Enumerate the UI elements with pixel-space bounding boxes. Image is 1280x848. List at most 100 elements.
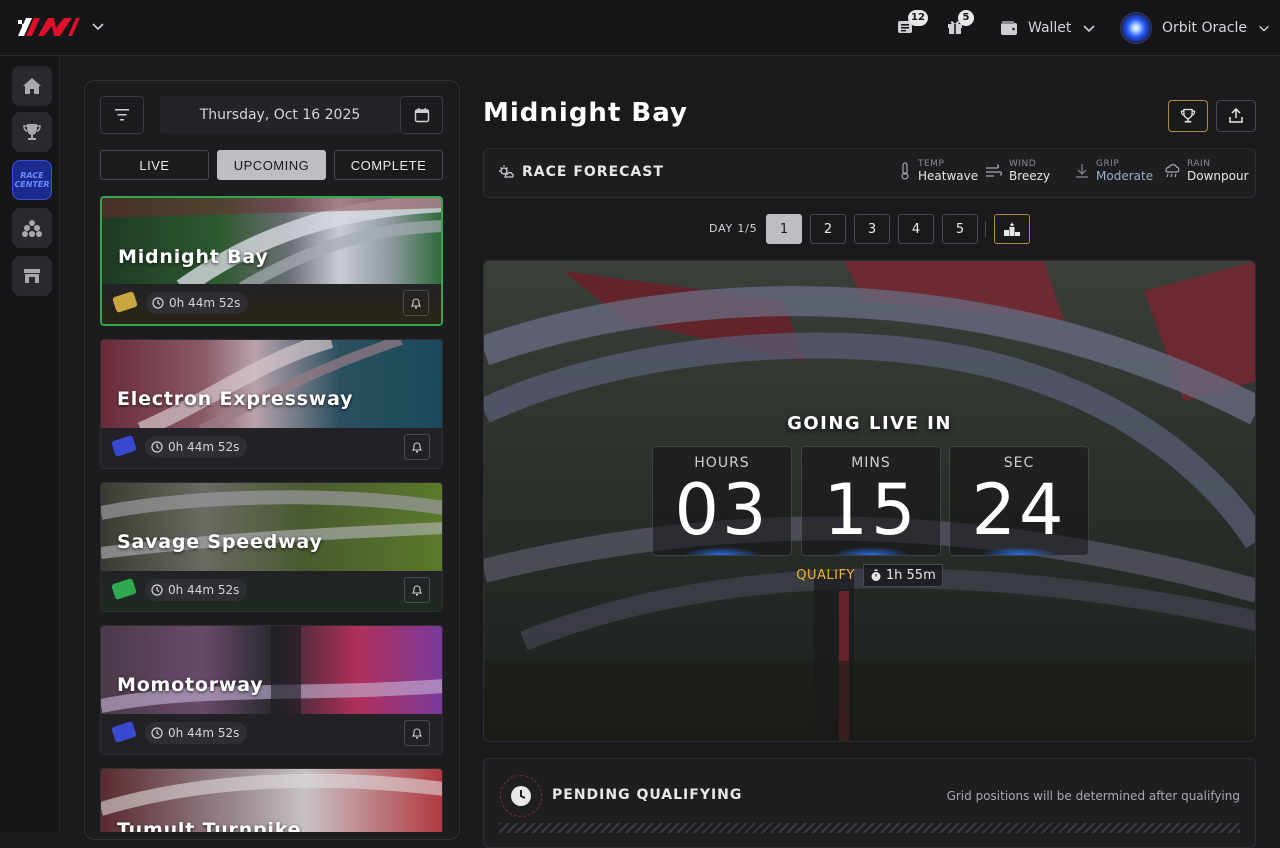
wind-icon <box>986 164 1003 177</box>
tab-live[interactable]: LIVE <box>100 150 209 180</box>
trophy-icon <box>1180 108 1196 123</box>
notify-button[interactable] <box>404 434 430 460</box>
day-button-1[interactable]: 1 <box>766 214 802 244</box>
gifts-count-badge: 5 <box>958 10 974 26</box>
home-icon <box>23 78 41 94</box>
race-card-title: Electron Expressway <box>117 388 354 410</box>
countdown-heading: GOING LIVE IN <box>787 413 952 434</box>
day-button-4[interactable]: 4 <box>898 214 934 244</box>
race-card-savage-speedway[interactable]: Savage Speedway 0h 44m 52s <box>100 482 443 612</box>
race-card-footer: 0h 44m 52s <box>101 571 442 611</box>
bell-icon <box>411 441 423 452</box>
track-thumbnail <box>102 198 441 288</box>
calendar-button[interactable] <box>400 96 443 134</box>
thermometer-icon <box>901 162 909 180</box>
pending-title: PENDING QUALIFYING <box>552 787 743 803</box>
bell-icon <box>411 727 423 738</box>
race-card-footer: 0h 44m 52s <box>102 284 441 324</box>
sidebar-item-store[interactable] <box>12 256 52 296</box>
standings-button[interactable] <box>994 214 1030 244</box>
wallet-menu[interactable]: Wallet <box>1000 18 1097 38</box>
forecast-rain: RAIN Downpour <box>1163 159 1249 183</box>
day-button-5[interactable]: 5 <box>942 214 978 244</box>
divider <box>985 221 986 237</box>
tab-complete[interactable]: COMPLETE <box>334 150 443 180</box>
forecast-wind: WIND Breezy <box>985 159 1050 183</box>
sidebar-item-community[interactable] <box>12 208 52 248</box>
clock-icon <box>151 727 163 739</box>
clock-icon <box>511 786 531 806</box>
countdown-minutes: MINS 15 <box>801 446 941 556</box>
chevron-down-icon <box>1259 25 1269 32</box>
notify-button[interactable] <box>403 290 429 316</box>
day-button-2[interactable]: 2 <box>810 214 846 244</box>
green-ticket-icon <box>111 577 137 601</box>
wallet-icon <box>1001 21 1017 35</box>
qualify-info: QUALIFY 1h 55m <box>484 564 1255 587</box>
news-icon[interactable]: 12 <box>896 10 928 38</box>
blue-ticket-icon <box>111 720 137 744</box>
clock-icon <box>151 441 163 453</box>
race-card-tumult-turnpike[interactable]: Tumult Turnpike <box>100 768 443 832</box>
news-count-badge: 12 <box>908 10 928 26</box>
filter-icon <box>115 109 129 121</box>
race-timer: 0h 44m 52s <box>145 579 248 601</box>
weather-icon <box>499 165 514 178</box>
race-card-footer: 0h 44m 52s <box>101 714 442 754</box>
race-timer: 0h 44m 52s <box>145 436 248 458</box>
user-name: Orbit Oracle <box>1162 20 1248 36</box>
sidebar: RACE CENTER <box>0 56 60 832</box>
race-timer: 0h 44m 52s <box>145 722 248 744</box>
page-title: Midnight Bay <box>483 98 688 128</box>
forecast-temp: TEMP Heatwave <box>898 159 978 183</box>
date-field[interactable]: Thursday, Oct 16 2025 <box>160 96 400 134</box>
chevron-down-icon[interactable] <box>90 18 106 34</box>
wallet-label: Wallet <box>1028 20 1072 36</box>
rain-icon <box>1165 164 1180 178</box>
track-thumbnail <box>101 483 442 573</box>
clock-icon <box>152 297 164 309</box>
notify-button[interactable] <box>404 720 430 746</box>
filter-button[interactable] <box>100 96 144 134</box>
countdown-hours: HOURS 03 <box>652 446 792 556</box>
community-icon <box>22 220 42 237</box>
race-forecast: RACE FORECAST TEMP Heatwave WIND Breezy GR… <box>483 148 1256 198</box>
podium-icon <box>1004 222 1020 236</box>
user-menu[interactable]: Orbit Oracle <box>1120 12 1271 44</box>
race-card-title: Savage Speedway <box>117 531 323 553</box>
store-icon <box>24 269 40 283</box>
track-thumbnail <box>101 626 442 716</box>
race-card-electron-expressway[interactable]: Electron Expressway 0h 44m 52s <box>100 339 443 469</box>
race-card-footer: 0h 44m 52s <box>101 428 442 468</box>
countdown-seconds: SEC 24 <box>949 446 1089 556</box>
qualify-duration: 1h 55m <box>862 564 943 587</box>
race-card-title: Momotorway <box>117 674 264 696</box>
race-hero: GOING LIVE IN HOURS 03 MINS 15 SEC 24 QU… <box>483 260 1256 742</box>
qualify-label: QUALIFY <box>796 568 855 583</box>
track-thumbnail <box>101 340 442 430</box>
forecast-grip: GRIP Moderate <box>1074 159 1153 183</box>
race-card-title: Tumult Turnpike <box>117 819 302 832</box>
pending-status <box>500 775 542 817</box>
clock-icon <box>151 584 163 596</box>
brand-logo[interactable] <box>16 14 82 40</box>
sidebar-item-trophies[interactable] <box>12 112 52 152</box>
day-indicator: DAY 1/5 <box>709 222 758 235</box>
notify-button[interactable] <box>404 577 430 603</box>
race-card-title: Midnight Bay <box>118 246 269 268</box>
day-button-3[interactable]: 3 <box>854 214 890 244</box>
tab-upcoming[interactable]: UPCOMING <box>217 150 326 180</box>
avatar <box>1120 12 1152 44</box>
top-bar: 12 5 Wallet Orbit Oracle <box>0 0 1280 56</box>
blue-ticket-icon <box>111 434 137 458</box>
race-card-momotorway[interactable]: Momotorway 0h 44m 52s <box>100 625 443 755</box>
pending-note: Grid positions will be determined after … <box>946 789 1240 803</box>
sidebar-item-race-center[interactable]: RACE CENTER <box>12 160 52 200</box>
share-button[interactable] <box>1216 100 1256 132</box>
grip-icon <box>1076 164 1088 178</box>
race-card-midnight-bay[interactable]: Midnight Bay 0h 44m 52s <box>100 196 443 326</box>
gift-icon[interactable]: 5 <box>946 10 974 38</box>
leaderboard-button[interactable] <box>1168 100 1208 132</box>
sidebar-item-home[interactable] <box>12 66 52 106</box>
stopwatch-icon <box>871 569 881 581</box>
